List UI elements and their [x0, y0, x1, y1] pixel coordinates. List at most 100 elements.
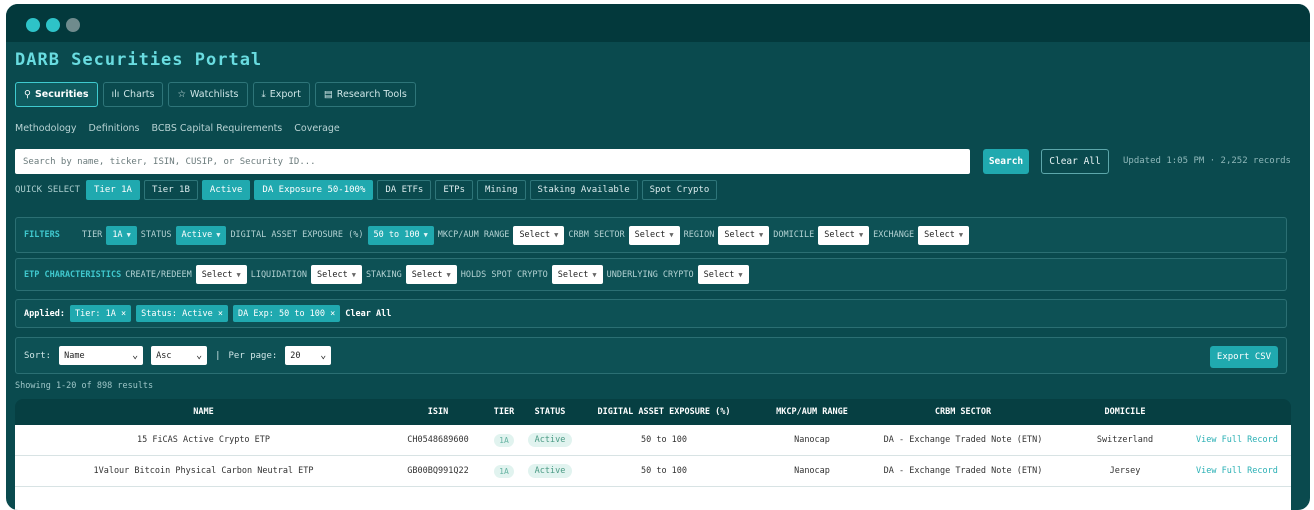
- region-label: REGION: [683, 230, 715, 240]
- exchange-value: Select: [924, 230, 955, 240]
- search-button[interactable]: Search: [983, 149, 1029, 174]
- cell-domicile: Jersey: [1109, 466, 1141, 476]
- table-row[interactable]: 15 FiCAS Active Crypto ETP CH0548689600 …: [15, 425, 1291, 456]
- chip-staking-available[interactable]: Staking Available: [529, 180, 638, 200]
- chip-etps[interactable]: ETPs: [435, 180, 473, 200]
- applied-pill-exposure[interactable]: DA Exp: 50 to 100 ×: [233, 305, 341, 322]
- cell-tier: 1A: [484, 464, 524, 478]
- filters-panel: FILTERS TIER 1A ▼ STATUS Active ▼ DIGITAL …: [15, 217, 1287, 253]
- download-icon: ⤓: [261, 89, 266, 100]
- chip-tier-1b[interactable]: Tier 1B: [143, 180, 198, 200]
- col-isin[interactable]: ISIN: [392, 407, 484, 417]
- tab-label: Charts: [123, 89, 155, 100]
- chip-mining[interactable]: Mining: [477, 180, 526, 200]
- tier-badge: 1A: [494, 464, 514, 478]
- tab-securities[interactable]: ⚲ Securities: [15, 82, 98, 107]
- etp-characteristics-panel: ETP CHARACTERISTICS CREATE/REDEEM Select…: [15, 258, 1287, 291]
- window-dot-1[interactable]: [26, 18, 40, 32]
- tab-export[interactable]: ⤓ Export: [252, 82, 310, 107]
- status-value: Active: [181, 230, 213, 240]
- chip-spot-crypto[interactable]: Spot Crypto: [641, 180, 718, 200]
- mkcp-select[interactable]: Select ▼: [513, 225, 565, 245]
- chevron-down-icon: ⌄: [320, 350, 327, 361]
- cell-sector: DA - Exchange Traded Note (ETN): [883, 466, 1043, 476]
- table-row[interactable]: [15, 487, 1291, 510]
- subnav-methodology[interactable]: Methodology: [15, 123, 77, 134]
- view-full-record-link[interactable]: View Full Record: [1196, 466, 1291, 476]
- chevron-down-icon: ▼: [236, 270, 241, 279]
- cell-sector: DA - Exchange Traded Note (ETN): [883, 435, 1043, 445]
- export-csv-button[interactable]: Export CSV: [1210, 346, 1278, 368]
- sort-order-select[interactable]: Asc ⌄: [151, 346, 208, 365]
- exchange-select[interactable]: Select ▼: [918, 225, 970, 245]
- holds-spot-select[interactable]: Select ▼: [551, 265, 603, 284]
- create-redeem-label: CREATE/REDEEM: [125, 269, 192, 280]
- col-mkcp[interactable]: MKCP/AUM RANGE: [752, 407, 872, 417]
- chevron-down-icon: ▼: [554, 231, 559, 239]
- results-count: Showing 1-20 of 898 results: [15, 381, 154, 391]
- sort-field-select[interactable]: Name ⌄: [59, 346, 144, 365]
- status-badge: Active: [527, 464, 573, 478]
- chart-icon: ılı: [111, 89, 120, 100]
- chevron-down-icon: ▼: [958, 231, 964, 239]
- clear-all-button[interactable]: Clear All: [1041, 149, 1109, 174]
- search-input[interactable]: [15, 149, 970, 174]
- app-window: DARB Securities Portal ⚲ Securities ılı …: [6, 4, 1310, 510]
- per-page-value: 20: [290, 350, 301, 361]
- subnav-definitions[interactable]: Definitions: [89, 123, 140, 134]
- staking-select[interactable]: Select ▼: [405, 265, 457, 284]
- sector-label: CRBM SECTOR: [568, 230, 625, 240]
- star-icon: ☆: [177, 89, 187, 100]
- chevron-down-icon: ▼: [759, 231, 764, 239]
- filters-title: FILTERS: [24, 230, 60, 240]
- col-exposure[interactable]: DIGITAL ASSET EXPOSURE (%): [576, 407, 752, 417]
- exposure-select[interactable]: 50 to 100 ▼: [367, 225, 434, 245]
- tab-charts[interactable]: ılı Charts: [102, 82, 164, 107]
- exposure-value: 50 to 100: [373, 230, 420, 240]
- subnav-bcbs[interactable]: BCBS Capital Requirements: [152, 123, 283, 134]
- sector-value: Select: [634, 230, 666, 240]
- col-status[interactable]: STATUS: [524, 407, 576, 417]
- mkcp-value: Select: [519, 230, 551, 240]
- applied-clear-all[interactable]: Clear All: [345, 309, 391, 319]
- cell-tier: 1A: [484, 433, 524, 447]
- chip-da-etfs[interactable]: DA ETFs: [377, 180, 432, 200]
- chip-active[interactable]: Active: [201, 180, 251, 200]
- table-row[interactable]: 1Valour Bitcoin Physical Carbon Neutral …: [15, 456, 1291, 487]
- chip-tier-1a[interactable]: Tier 1A: [86, 180, 140, 200]
- per-page-select[interactable]: 20 ⌄: [285, 346, 332, 365]
- quick-select-label: QUICK SELECT: [15, 185, 81, 195]
- cell-mkcp: Nanocap: [794, 435, 830, 445]
- applied-pill-status[interactable]: Status: Active ×: [136, 305, 229, 322]
- cell-isin: CH0548689600: [407, 435, 469, 445]
- tier-select[interactable]: 1A ▼: [106, 225, 137, 245]
- create-redeem-value: Select: [201, 269, 233, 280]
- sector-select[interactable]: Select ▼: [628, 225, 680, 245]
- col-domicile[interactable]: DOMICILE: [1054, 407, 1196, 417]
- window-dot-3[interactable]: [66, 18, 80, 32]
- quick-select-bar: QUICK SELECT Tier 1A Tier 1B Active DA E…: [15, 180, 718, 200]
- col-sector[interactable]: CRBM SECTOR: [872, 407, 1054, 417]
- subnav-coverage[interactable]: Coverage: [294, 123, 340, 134]
- chip-da-exposure[interactable]: DA Exposure 50-100%: [254, 180, 374, 200]
- window-dot-2[interactable]: [46, 18, 60, 32]
- applied-pill-tier[interactable]: Tier: 1A ×: [69, 305, 132, 322]
- search-icon: ⚲: [24, 89, 31, 100]
- liquidation-select[interactable]: Select ▼: [311, 265, 362, 284]
- cell-domicile: Switzerland: [1096, 435, 1154, 445]
- tab-research-tools[interactable]: ▤ Research Tools: [314, 82, 416, 107]
- create-redeem-select[interactable]: Select ▼: [195, 265, 247, 284]
- col-name[interactable]: NAME: [15, 407, 392, 417]
- view-full-record-link[interactable]: View Full Record: [1196, 435, 1291, 445]
- col-tier[interactable]: TIER: [484, 407, 524, 417]
- status-select[interactable]: Active ▼: [175, 225, 227, 245]
- region-select[interactable]: Select ▼: [718, 225, 770, 245]
- chevron-down-icon: ▼: [446, 270, 451, 279]
- chevron-down-icon: ▼: [351, 270, 356, 279]
- underlying-label: UNDERLYING CRYPTO: [606, 269, 694, 280]
- tab-label: Watchlists: [190, 89, 239, 100]
- domicile-select[interactable]: Select ▼: [818, 225, 870, 245]
- underlying-select[interactable]: Select ▼: [697, 265, 749, 284]
- tab-watchlists[interactable]: ☆ Watchlists: [168, 82, 248, 107]
- liquidation-value: Select: [317, 269, 348, 280]
